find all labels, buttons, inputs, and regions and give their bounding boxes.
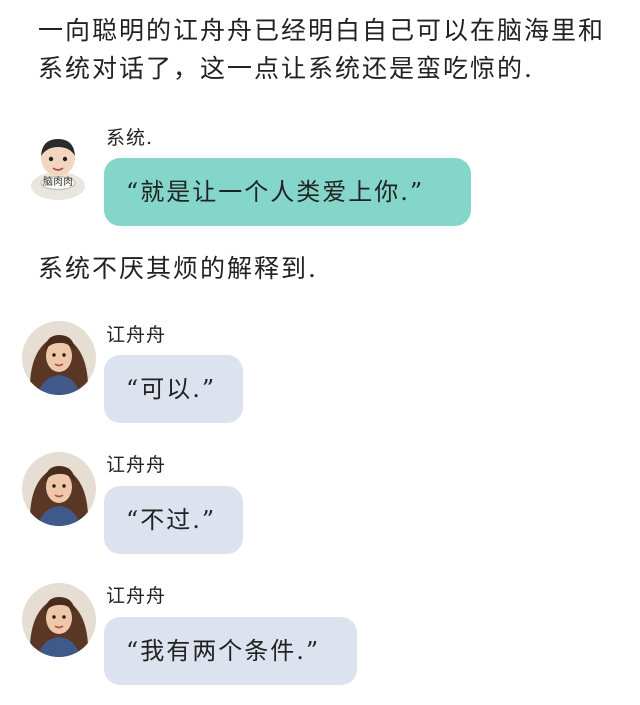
sender-name: 讧舟舟 [106,585,167,607]
chat-message-user: 讧舟舟 “不过.” [0,449,640,559]
sender-name: 系统. [106,127,154,149]
message-bubble[interactable]: “就是让一个人类爱上你.” [104,158,471,226]
sender-name: 讧舟舟 [106,324,167,346]
user-avatar-icon[interactable] [22,321,96,395]
user-avatar-icon[interactable] [22,452,96,526]
chat-message-user: 讧舟舟 “我有两个条件.” [0,580,640,690]
chat-message-system: 脑肉肉 系统. “就是让一个人类爱上你.” [0,118,640,228]
avatar-badge-label: 脑肉肉 [43,177,73,188]
user-avatar-icon[interactable] [22,583,96,657]
message-bubble[interactable]: “不过.” [104,486,243,554]
message-bubble[interactable]: “我有两个条件.” [104,617,357,685]
message-bubble[interactable]: “可以.” [104,355,243,423]
narration-paragraph: 一向聪明的讧舟舟已经明白自己可以在脑海里和系统对话了，这一点让系统还是蛮吃惊的. [38,16,606,83]
chat-message-user: 讧舟舟 “可以.” [0,318,640,428]
narration-paragraph: 系统不厌其烦的解释到. [38,254,318,283]
sender-name: 讧舟舟 [106,454,167,476]
system-avatar-icon[interactable]: 脑肉肉 [20,128,96,204]
